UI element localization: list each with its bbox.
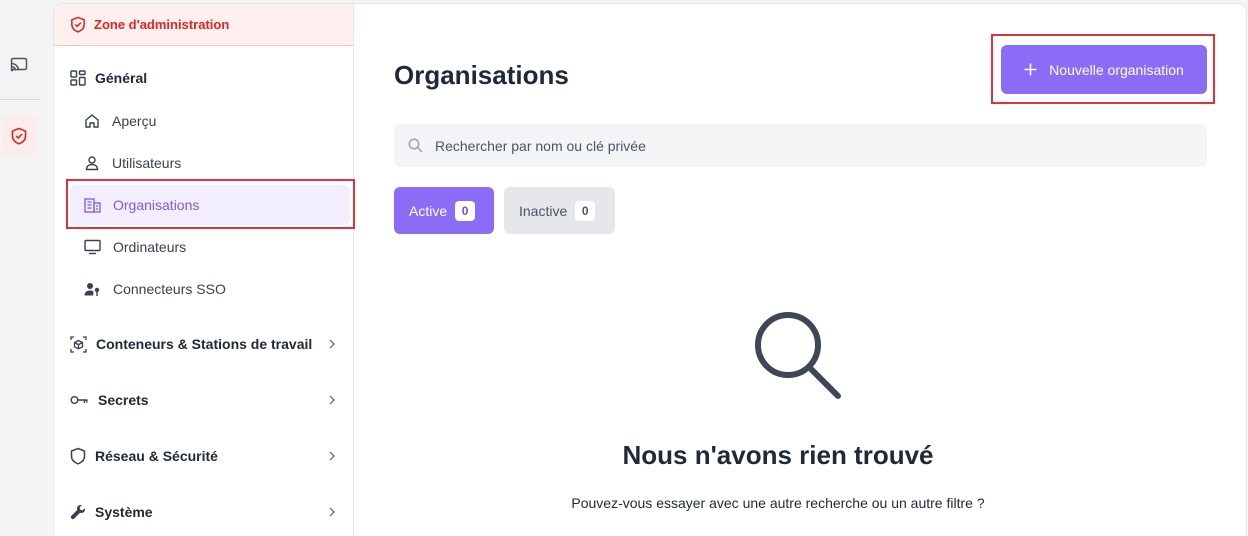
sidebar-group-general[interactable]: Général (54, 58, 354, 98)
magnifier-icon (755, 312, 841, 399)
sidebar-item-label: Utilisateurs (112, 155, 182, 171)
dashboard-icon (70, 70, 86, 86)
sidebar-group-conteneurs[interactable]: Conteneurs & Stations de travail (54, 324, 354, 364)
sidebar-item-ordinateurs[interactable]: Ordinateurs (70, 227, 350, 267)
chevron-right-icon (329, 339, 335, 349)
user-icon (85, 156, 99, 171)
tab-active[interactable]: Active 0 (394, 187, 494, 234)
new-organisation-button[interactable]: Nouvelle organisation (1001, 45, 1207, 94)
search-bar (394, 124, 1207, 167)
sidebar-item-label: Aperçu (112, 113, 157, 129)
app-rail (0, 0, 40, 536)
tab-count-badge: 0 (455, 200, 476, 221)
sidebar-group-secrets[interactable]: Secrets (54, 380, 354, 420)
main-content: Organisations Nouvelle organisation Acti… (354, 4, 1246, 536)
shield-icon (70, 447, 86, 465)
tab-label: Inactive (519, 202, 568, 219)
sidebar-item-utilisateurs[interactable]: Utilisateurs (70, 143, 350, 183)
cast-icon[interactable] (2, 45, 36, 85)
chevron-right-icon (329, 395, 335, 405)
sidebar-group-label: Système (95, 504, 153, 520)
tab-inactive[interactable]: Inactive 0 (504, 187, 615, 234)
building-icon (84, 198, 101, 213)
search-icon (408, 138, 423, 153)
key-icon (70, 396, 88, 404)
admin-zone-label: Zone d'administration (94, 17, 230, 32)
sidebar-item-label: Connecteurs SSO (113, 281, 226, 297)
sidebar-group-label: Général (95, 70, 148, 86)
admin-panel: Zone d'administration Général Aperçu Uti (53, 3, 1247, 536)
sidebar-group-label: Secrets (98, 392, 149, 408)
plus-icon (1024, 63, 1037, 76)
sidebar: Zone d'administration Général Aperçu Uti (54, 4, 354, 536)
search-input[interactable] (435, 137, 1175, 154)
cube-icon (70, 335, 87, 353)
page-title: Organisations (394, 60, 569, 90)
sidebar-group-systeme[interactable]: Système (54, 492, 354, 532)
empty-state-subtitle: Pouvez-vous essayer avec une autre reche… (571, 495, 985, 511)
rail-divider (0, 99, 40, 100)
shield-check-icon (71, 16, 85, 33)
sidebar-item-label: Organisations (113, 197, 200, 213)
monitor-icon (84, 239, 101, 255)
chevron-right-icon (329, 451, 335, 461)
tab-label: Active (409, 202, 448, 219)
wrench-icon (70, 505, 85, 520)
sidebar-group-label: Réseau & Sécurité (95, 448, 218, 464)
new-organisation-label: Nouvelle organisation (1049, 61, 1184, 78)
sidebar-item-organisations[interactable]: Organisations (70, 185, 350, 225)
sidebar-group-label: Conteneurs & Stations de travail (96, 336, 313, 352)
admin-zone-banner: Zone d'administration (54, 4, 353, 46)
sidebar-item-connecteurs-sso[interactable]: Connecteurs SSO (70, 269, 350, 309)
admin-shield-icon[interactable] (2, 116, 36, 156)
home-icon (85, 114, 99, 128)
chevron-right-icon (329, 507, 335, 517)
sidebar-item-apercu[interactable]: Aperçu (70, 101, 350, 141)
empty-state-title: Nous n'avons rien trouvé (622, 440, 934, 470)
sidebar-group-reseau-securite[interactable]: Réseau & Sécurité (54, 436, 354, 476)
sidebar-item-label: Ordinateurs (113, 239, 187, 255)
user-key-icon (84, 283, 100, 296)
tab-count-badge: 0 (575, 200, 596, 221)
